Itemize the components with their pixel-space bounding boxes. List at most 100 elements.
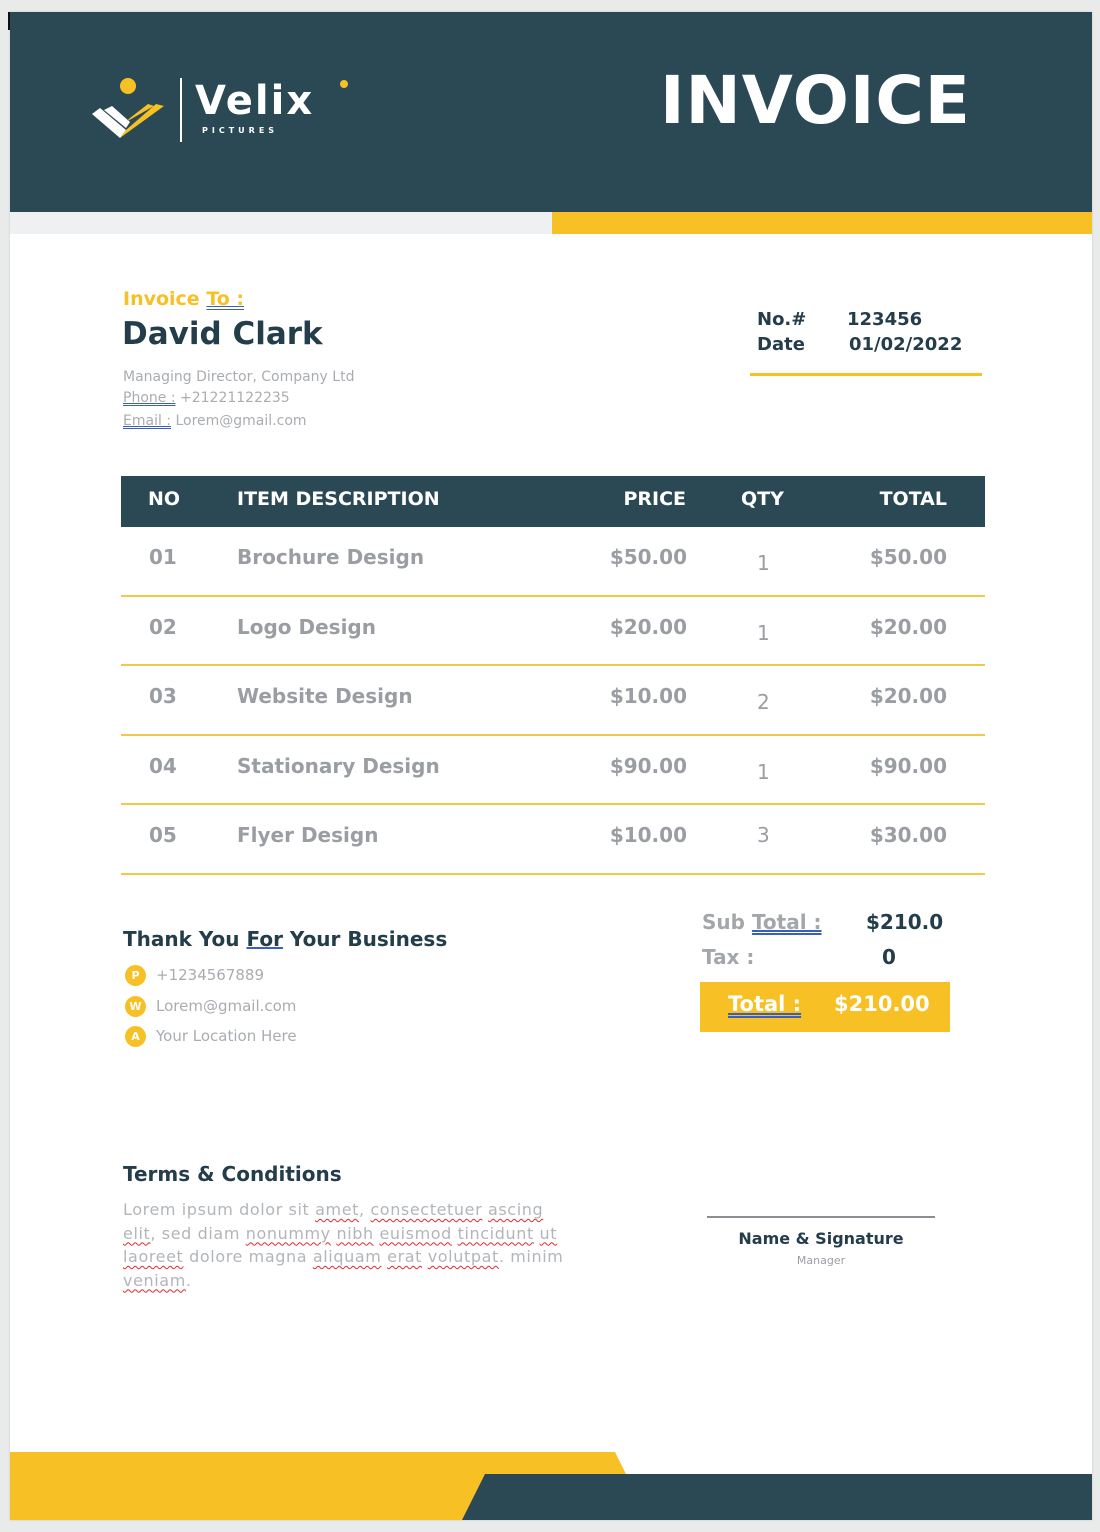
table-row: 02 Logo Design $20.00 1 $20.00 — [121, 597, 985, 666]
spellcheck-word: elit — [123, 1223, 151, 1243]
terms-text: dolore magna — [183, 1247, 313, 1266]
terms-text: . — [185, 1270, 192, 1290]
spellcheck-word: volutpat — [427, 1247, 499, 1266]
cell-total: $50.00 — [869, 545, 947, 569]
spellcheck-word: veniam — [123, 1270, 186, 1290]
client-email: Email : Lorem@gmail.com — [123, 413, 307, 429]
tax-label: Tax : — [702, 945, 755, 969]
cell-qty: 1 — [757, 551, 770, 575]
table-row: 04 Stationary Design $90.00 1 $90.00 — [121, 736, 985, 805]
document-title: INVOICE — [660, 62, 971, 139]
terms-body: Lorem ipsum dolor sit amet, consectetuer… — [123, 1198, 573, 1292]
web-icon: W — [125, 995, 146, 1017]
grand-total-label: Total : — [728, 992, 802, 1016]
cell-total: $90.00 — [869, 753, 947, 778]
cell-price: $20.00 — [609, 614, 687, 639]
spellcheck-word: euismod — [379, 1223, 452, 1243]
spellcheck-word: nibh — [336, 1223, 374, 1243]
address-icon: A — [125, 1025, 146, 1047]
cell-description: Brochure Design — [237, 545, 425, 569]
spellcheck-word: erat — [387, 1247, 423, 1266]
subtotal-label: Sub Total : — [702, 910, 822, 934]
signature-role: Manager — [796, 1254, 846, 1267]
subtotal-value: $210.0 — [866, 910, 944, 934]
cell-qty: 2 — [757, 690, 770, 714]
line-items-table: NO ITEM DESCRIPTION PRICE QTY TOTAL 01 B… — [121, 476, 985, 875]
cell-qty: 3 — [757, 823, 770, 847]
cell-price: $90.00 — [609, 753, 687, 778]
contact-address-text: Your Location Here — [156, 1027, 297, 1045]
cell-no: 02 — [149, 614, 177, 639]
header-no: NO — [148, 488, 181, 510]
client-phone: Phone : +21221122235 — [123, 390, 290, 406]
header-band-yellow — [552, 212, 1092, 234]
table-row: 05 Flyer Design $10.00 3 $30.00 — [121, 805, 985, 875]
brand-tagline: PICTURES — [202, 126, 279, 135]
cell-description: Flyer Design — [237, 823, 379, 847]
invoice-page: Velix PICTURES INVOICE Invoice To : Davi… — [10, 12, 1092, 1520]
invoice-date: 01/02/2022 — [849, 334, 963, 355]
table-header: NO ITEM DESCRIPTION PRICE QTY TOTAL — [121, 476, 985, 527]
brand-name: Velix — [195, 78, 315, 124]
cell-no: 03 — [149, 684, 177, 708]
terms-text: Lorem ipsum dolor sit — [123, 1200, 316, 1219]
table-row: 03 Website Design $10.00 2 $20.00 — [121, 666, 985, 736]
spellcheck-word: amet — [315, 1200, 360, 1219]
cell-no: 05 — [149, 823, 177, 847]
bill-to-label: Invoice To : — [123, 288, 245, 310]
terms-text: , — [359, 1200, 371, 1219]
spellcheck-word: laoreet — [123, 1247, 184, 1266]
header-banner: Velix PICTURES INVOICE — [10, 12, 1092, 212]
client-name: David Clark — [122, 316, 323, 352]
spellcheck-word: ascing — [487, 1200, 544, 1219]
header-total: TOTAL — [879, 488, 947, 510]
invoice-date-label: Date — [757, 334, 805, 355]
grand-total-box: Total : $210.00 — [700, 982, 950, 1032]
spellcheck-word: ut — [539, 1223, 558, 1243]
meta-divider — [750, 373, 982, 376]
header-price: PRICE — [623, 488, 686, 510]
cell-price: $10.00 — [609, 823, 687, 847]
footer-dark-shape — [462, 1474, 1092, 1520]
spellcheck-word: tincidunt — [457, 1223, 534, 1243]
header-description: ITEM DESCRIPTION — [237, 488, 440, 510]
spellcheck-word: nonummy — [245, 1223, 331, 1243]
table-row: 01 Brochure Design $50.00 1 $50.00 — [121, 527, 985, 597]
cell-no: 01 — [149, 545, 177, 569]
cell-qty: 1 — [757, 620, 770, 645]
invoice-number-label: No.# — [757, 309, 807, 330]
tax-value: 0 — [882, 945, 896, 969]
phone-icon: P — [125, 964, 146, 986]
cell-price: $10.00 — [609, 684, 687, 708]
client-position: Managing Director, Company Ltd — [123, 369, 355, 385]
terms-text: . minim — [498, 1247, 564, 1266]
brand-logo: Velix PICTURES — [90, 76, 348, 146]
spellcheck-word: consectetuer — [370, 1200, 483, 1219]
cell-price: $50.00 — [609, 545, 687, 569]
thank-you-heading: Thank You For Your Business — [123, 927, 448, 951]
brand-dot-icon — [340, 80, 348, 88]
header-band-gray — [10, 212, 552, 234]
cell-no: 04 — [149, 753, 177, 778]
contact-web: W Lorem@gmail.com — [125, 995, 296, 1017]
cell-total: $20.00 — [869, 614, 947, 639]
invoice-number: 123456 — [847, 309, 923, 330]
header-qty: QTY — [741, 488, 784, 510]
cell-total: $30.00 — [869, 823, 947, 847]
logo-divider — [180, 78, 182, 142]
signature-label: Name & Signature — [738, 1229, 904, 1248]
cell-total: $20.00 — [869, 684, 947, 708]
contact-web-text: Lorem@gmail.com — [156, 997, 297, 1015]
contact-phone: P +1234567889 — [125, 964, 264, 986]
contact-phone-text: +1234567889 — [156, 966, 265, 984]
terms-heading: Terms & Conditions — [123, 1162, 342, 1186]
cell-description: Stationary Design — [237, 753, 440, 778]
cell-description: Website Design — [237, 684, 413, 708]
terms-text: , sed diam — [150, 1223, 246, 1243]
cell-description: Logo Design — [237, 614, 376, 639]
cell-qty: 1 — [757, 759, 770, 784]
velix-mark-icon — [92, 78, 164, 138]
signature-line — [707, 1216, 935, 1218]
footer-decoration — [10, 1452, 1092, 1520]
contact-address: A Your Location Here — [125, 1025, 297, 1047]
